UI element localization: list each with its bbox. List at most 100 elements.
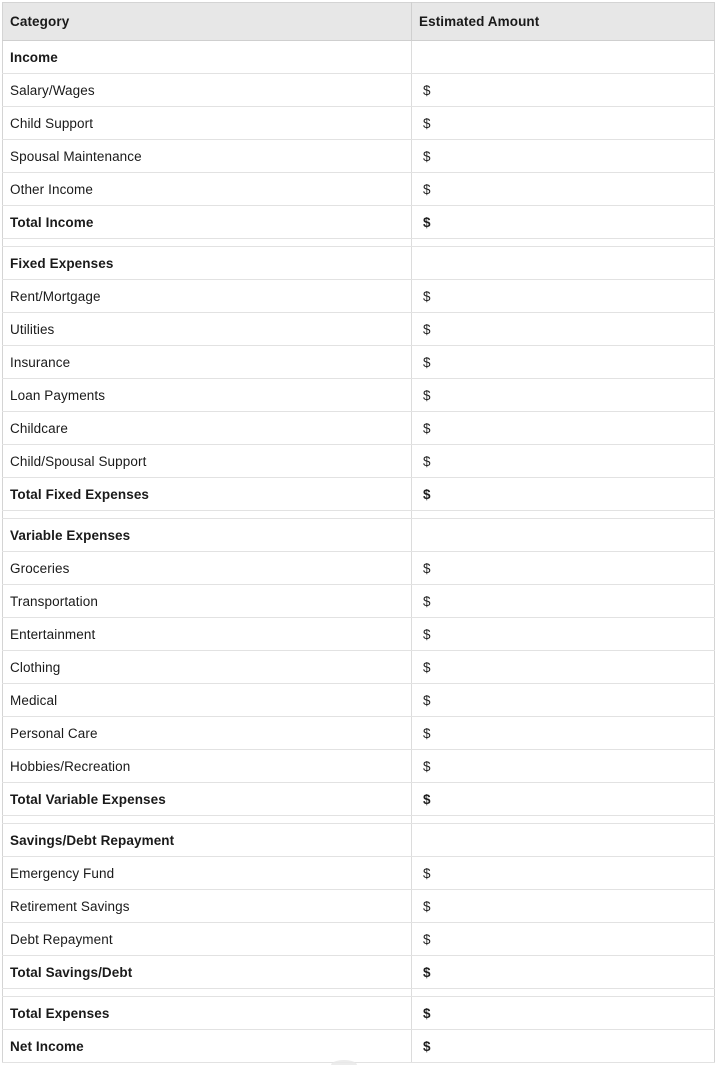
table-row[interactable]: Variable Expenses	[2, 518, 715, 552]
table-row[interactable]: Total Savings/Debt $	[2, 955, 715, 989]
table-row[interactable]: Total Fixed Expenses $	[2, 477, 715, 511]
cell-amount[interactable]: $	[411, 477, 715, 511]
table-row[interactable]: Savings/Debt Repayment	[2, 823, 715, 857]
cell-category: Hobbies/Recreation	[2, 749, 412, 783]
cell-amount[interactable]: $	[411, 345, 715, 379]
table-row[interactable]: Child/Spousal Support $	[2, 444, 715, 478]
cell-amount[interactable]: $	[411, 749, 715, 783]
cell-category: Loan Payments	[2, 378, 412, 412]
cell-amount[interactable]: $	[411, 996, 715, 1030]
table-row[interactable]: Childcare $	[2, 411, 715, 445]
table-row[interactable]: Retirement Savings $	[2, 889, 715, 923]
cell-amount[interactable]: $	[411, 584, 715, 618]
table-row[interactable]: Spousal Maintenance $	[2, 139, 715, 173]
cell-category: Childcare	[2, 411, 412, 445]
cell-category: Total Fixed Expenses	[2, 477, 412, 511]
cell-amount[interactable]	[411, 40, 715, 74]
cell-amount[interactable]: $	[411, 1029, 715, 1063]
cell-category: Total Expenses	[2, 996, 412, 1030]
cell-amount[interactable]: $	[411, 444, 715, 478]
cell-amount[interactable]: $	[411, 205, 715, 239]
cell-amount[interactable]: $	[411, 279, 715, 313]
table-row[interactable]: Groceries $	[2, 551, 715, 585]
spacer-cell	[411, 815, 715, 824]
column-header-category[interactable]: Category	[2, 2, 412, 41]
cell-amount[interactable]	[411, 518, 715, 552]
cell-amount[interactable]: $	[411, 551, 715, 585]
table-row-spacer	[2, 815, 715, 824]
table-row-spacer	[2, 510, 715, 519]
table-row[interactable]: Net Income $	[2, 1029, 715, 1063]
table-row[interactable]: Loan Payments $	[2, 378, 715, 412]
table-row[interactable]: Total Income $	[2, 205, 715, 239]
cell-amount[interactable]: $	[411, 716, 715, 750]
cell-amount[interactable]: $	[411, 922, 715, 956]
cell-amount[interactable]: $	[411, 106, 715, 140]
table-row[interactable]: Salary/Wages $	[2, 73, 715, 107]
cell-category: Net Income	[2, 1029, 412, 1063]
cell-amount[interactable]: $	[411, 782, 715, 816]
cell-amount[interactable]: $	[411, 856, 715, 890]
table-row[interactable]: Total Expenses $	[2, 996, 715, 1030]
cell-category: Child/Spousal Support	[2, 444, 412, 478]
spacer-cell	[411, 510, 715, 519]
table-header: Category Estimated Amount	[2, 2, 715, 41]
table-body: Income Salary/Wages $ Child Support $ Spousal…	[2, 40, 715, 1063]
cell-category: Entertainment	[2, 617, 412, 651]
cell-category: Personal Care	[2, 716, 412, 750]
column-header-estimated-amount[interactable]: Estimated Amount	[411, 2, 715, 41]
table-row[interactable]: Hobbies/Recreation $	[2, 749, 715, 783]
cell-amount[interactable]: $	[411, 312, 715, 346]
table-row[interactable]: Income	[2, 40, 715, 74]
table-row[interactable]: Medical $	[2, 683, 715, 717]
cell-category: Variable Expenses	[2, 518, 412, 552]
cell-category: Rent/Mortgage	[2, 279, 412, 313]
cell-category: Total Income	[2, 205, 412, 239]
table-row-spacer	[2, 988, 715, 997]
cell-amount[interactable]	[411, 823, 715, 857]
spacer-cell	[2, 815, 412, 824]
clipped-bottom-artifact	[331, 1060, 357, 1065]
cell-category: Medical	[2, 683, 412, 717]
table-row[interactable]: Total Variable Expenses $	[2, 782, 715, 816]
cell-category: Total Savings/Debt	[2, 955, 412, 989]
cell-amount[interactable]	[411, 246, 715, 280]
cell-category: Income	[2, 40, 412, 74]
cell-amount[interactable]: $	[411, 73, 715, 107]
table-row[interactable]: Fixed Expenses	[2, 246, 715, 280]
cell-amount[interactable]: $	[411, 889, 715, 923]
cell-category: Retirement Savings	[2, 889, 412, 923]
cell-category: Spousal Maintenance	[2, 139, 412, 173]
table-row[interactable]: Emergency Fund $	[2, 856, 715, 890]
table-row[interactable]: Rent/Mortgage $	[2, 279, 715, 313]
cell-amount[interactable]: $	[411, 411, 715, 445]
table-row[interactable]: Debt Repayment $	[2, 922, 715, 956]
cell-category: Total Variable Expenses	[2, 782, 412, 816]
cell-amount[interactable]: $	[411, 650, 715, 684]
table-row[interactable]: Clothing $	[2, 650, 715, 684]
table-row[interactable]: Child Support $	[2, 106, 715, 140]
cell-amount[interactable]: $	[411, 378, 715, 412]
table-row-spacer	[2, 238, 715, 247]
table-row[interactable]: Transportation $	[2, 584, 715, 618]
cell-amount[interactable]: $	[411, 683, 715, 717]
table-row[interactable]: Insurance $	[2, 345, 715, 379]
cell-category: Fixed Expenses	[2, 246, 412, 280]
table-row[interactable]: Other Income $	[2, 172, 715, 206]
spacer-cell	[411, 988, 715, 997]
cell-category: Utilities	[2, 312, 412, 346]
cell-amount[interactable]: $	[411, 139, 715, 173]
cell-amount[interactable]: $	[411, 955, 715, 989]
cell-category: Debt Repayment	[2, 922, 412, 956]
cell-category: Transportation	[2, 584, 412, 618]
cell-category: Other Income	[2, 172, 412, 206]
cell-category: Clothing	[2, 650, 412, 684]
cell-category: Emergency Fund	[2, 856, 412, 890]
cell-amount[interactable]: $	[411, 172, 715, 206]
cell-category: Child Support	[2, 106, 412, 140]
cell-amount[interactable]: $	[411, 617, 715, 651]
budget-table: Category Estimated Amount Income Salary/W…	[2, 2, 715, 1063]
table-row[interactable]: Utilities $	[2, 312, 715, 346]
table-row[interactable]: Personal Care $	[2, 716, 715, 750]
table-row[interactable]: Entertainment $	[2, 617, 715, 651]
